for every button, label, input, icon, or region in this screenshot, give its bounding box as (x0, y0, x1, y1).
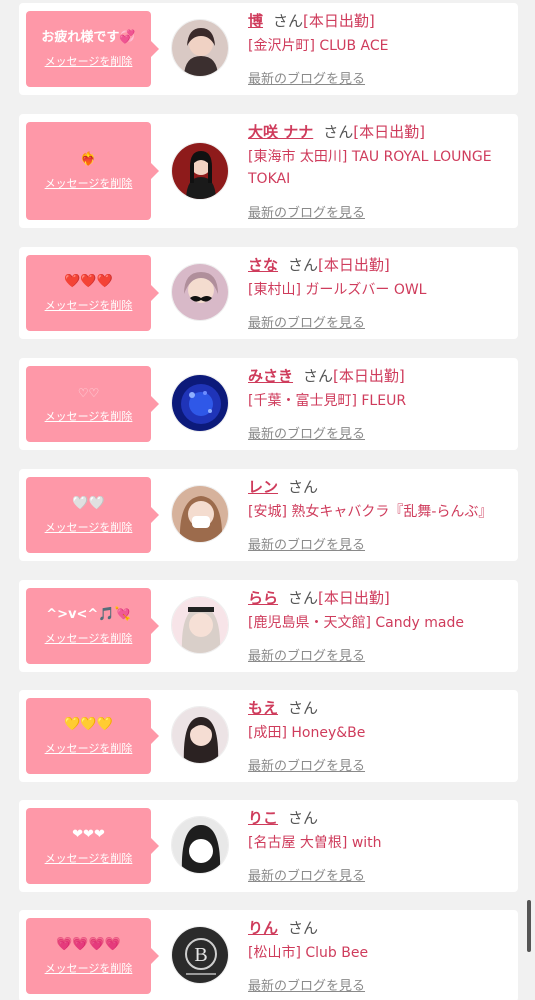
message-text: 🤍🤍 (72, 496, 105, 511)
message-text: ♡♡ (77, 386, 100, 400)
avatar[interactable] (171, 816, 229, 874)
message-text: ❤❤❤ (72, 827, 105, 842)
delete-message-link[interactable]: メッセージを削除 (45, 175, 133, 191)
avatar-image (172, 20, 228, 76)
blog-link[interactable]: 最新のブログを見る (248, 68, 365, 87)
avatar[interactable] (171, 19, 229, 77)
list-item: 💛💛💛 メッセージを削除 もえ さん [成田] Honey&Be 最新のブログを見… (19, 690, 518, 782)
message-bubble: ❤️❤️❤️ メッセージを削除 (26, 255, 159, 331)
list-item: ❤️‍🔥 メッセージを削除 大咲 ナナ さん[本日出勤] [東海市 太田川] TA… (19, 114, 518, 228)
cast-name-link[interactable]: レン (248, 478, 278, 496)
avatar-image (172, 597, 228, 653)
message-text: 💛💛💛 (64, 717, 113, 732)
message-bubble: ❤❤❤ メッセージを削除 (26, 808, 159, 884)
cast-name-link[interactable]: さな (248, 256, 278, 274)
avatar[interactable] (171, 596, 229, 654)
cast-name-link[interactable]: りん (248, 919, 278, 937)
honorific: さん (323, 123, 354, 141)
list-item: ♡♡ メッセージを削除 みさき さん[本日出勤] [千葉・富士見町] FLEUR … (19, 358, 518, 450)
message-text: ❤️‍🔥 (80, 152, 97, 167)
list-item: お疲れ様です💞 メッセージを削除 博さん[本日出勤] [金沢片町] CLUB A… (19, 3, 518, 95)
delete-message-link[interactable]: メッセージを削除 (45, 408, 133, 424)
cast-name-link[interactable]: 博 (248, 12, 263, 30)
avatar[interactable] (171, 485, 229, 543)
cast-name-link[interactable]: りこ (248, 809, 278, 827)
shop-name: [東村山] ガールズバー OWL (248, 282, 427, 298)
avatar[interactable]: B (171, 926, 229, 984)
avatar-image (172, 486, 228, 542)
avatar-image (172, 143, 228, 199)
status-badge: [本日出勤] (353, 123, 425, 141)
favorites-list: お疲れ様です💞 メッセージを削除 博さん[本日出勤] [金沢片町] CLUB A… (0, 0, 535, 1000)
shop-name: [安城] 熟女キャバクラ『乱舞-らんぶ』 (248, 504, 493, 520)
avatar-image: B (172, 927, 228, 983)
honorific: さん (288, 699, 319, 717)
avatar[interactable] (171, 142, 229, 200)
cast-name-link[interactable]: らら (248, 589, 278, 607)
delete-message-link[interactable]: メッセージを削除 (45, 850, 133, 866)
avatar[interactable] (171, 374, 229, 432)
avatar-image (172, 264, 228, 320)
blog-link[interactable]: 最新のブログを見る (248, 534, 365, 553)
list-item: 💗💗💗💗 メッセージを削除 B りん さん [松山市] Club Bee 最新のブ… (19, 910, 518, 1000)
honorific: さん (273, 12, 304, 30)
delete-message-link[interactable]: メッセージを削除 (45, 519, 133, 535)
cast-name-link[interactable]: みさき (248, 367, 293, 385)
blog-link[interactable]: 最新のブログを見る (248, 202, 365, 221)
shop-name: [東海市 太田川] TAU ROYAL LOUNGE TOKAI (248, 149, 492, 187)
cast-name-link[interactable]: 大咲 ナナ (248, 123, 313, 141)
message-bubble: ^>v<^🎵💘 メッセージを削除 (26, 588, 159, 664)
delete-message-link[interactable]: メッセージを削除 (45, 630, 133, 646)
status-badge: [本日出勤] (303, 12, 375, 30)
message-bubble: ♡♡ メッセージを削除 (26, 366, 159, 442)
status-badge: [本日出勤] (318, 256, 390, 274)
shop-name: [鹿児島県・天文館] Candy made (248, 615, 464, 631)
blog-link[interactable]: 最新のブログを見る (248, 755, 365, 774)
list-item: ^>v<^🎵💘 メッセージを削除 らら さん[本日出勤] [鹿児島県・天文館] C… (19, 580, 518, 672)
cast-name-link[interactable]: もえ (248, 699, 278, 717)
honorific: さん (303, 367, 334, 385)
delete-message-link[interactable]: メッセージを削除 (45, 960, 133, 976)
status-badge: [本日出勤] (333, 367, 405, 385)
message-text: お疲れ様です💞 (41, 30, 136, 45)
message-bubble: 💗💗💗💗 メッセージを削除 (26, 918, 159, 994)
list-item: ❤️❤️❤️ メッセージを削除 さな さん[本日出勤] [東村山] ガールズバー … (19, 247, 518, 339)
message-text: ^>v<^🎵💘 (46, 607, 131, 622)
honorific: さん (288, 256, 319, 274)
shop-name: [千葉・富士見町] FLEUR (248, 393, 407, 409)
blog-link[interactable]: 最新のブログを見る (248, 975, 365, 994)
club-logo-letter: B (194, 944, 207, 966)
shop-name: [金沢片町] CLUB ACE (248, 38, 389, 54)
blog-link[interactable]: 最新のブログを見る (248, 645, 365, 664)
delete-message-link[interactable]: メッセージを削除 (45, 53, 133, 69)
blog-link[interactable]: 最新のブログを見る (248, 865, 365, 884)
honorific: さん (288, 589, 319, 607)
shop-name: [名古屋 大曽根] with (248, 835, 382, 851)
message-text: 💗💗💗💗 (56, 937, 121, 952)
shop-name: [成田] Honey&Be (248, 725, 366, 741)
list-item: 🤍🤍 メッセージを削除 レン さん [安城] 熟女キャバクラ『乱舞-らんぶ』 最新… (19, 469, 518, 561)
message-text: ❤️❤️❤️ (64, 274, 113, 289)
delete-message-link[interactable]: メッセージを削除 (45, 297, 133, 313)
list-item: ❤❤❤ メッセージを削除 りこ さん [名古屋 大曽根] with 最新のブログを… (19, 800, 518, 892)
message-bubble: 💛💛💛 メッセージを削除 (26, 698, 159, 774)
scrollbar[interactable] (527, 900, 531, 952)
honorific: さん (288, 478, 319, 496)
avatar-image (172, 375, 228, 431)
avatar-image (172, 707, 228, 763)
avatar-image (172, 817, 228, 873)
status-badge: [本日出勤] (318, 589, 390, 607)
message-bubble: ❤️‍🔥 メッセージを削除 (26, 122, 159, 220)
shop-name: [松山市] Club Bee (248, 945, 369, 961)
honorific: さん (288, 809, 319, 827)
blog-link[interactable]: 最新のブログを見る (248, 423, 365, 442)
delete-message-link[interactable]: メッセージを削除 (45, 740, 133, 756)
honorific: さん (288, 919, 319, 937)
blog-link[interactable]: 最新のブログを見る (248, 312, 365, 331)
avatar[interactable] (171, 706, 229, 764)
message-bubble: 🤍🤍 メッセージを削除 (26, 477, 159, 553)
message-bubble: お疲れ様です💞 メッセージを削除 (26, 11, 159, 87)
avatar[interactable] (171, 263, 229, 321)
